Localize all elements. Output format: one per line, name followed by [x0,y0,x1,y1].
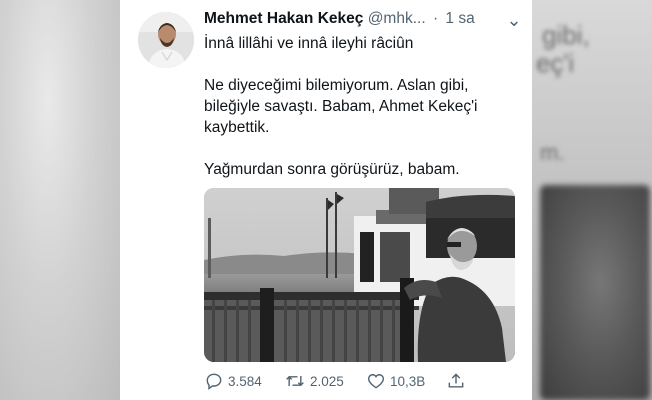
tweet-line: Ne diyeceğimi bilemiyorum. Aslan gibi, [204,77,469,94]
avatar-image [138,12,194,68]
blurred-background-right: gibi, eç'i m. [532,0,652,400]
tweet-line: bileğiyle savaştı. Babam, Ahmet Kekeç'i [204,98,478,115]
tweet-header: Mehmet Hakan Kekeç @mhk... · 1 sa [204,10,524,30]
like-button[interactable]: 10,3B [366,370,425,392]
like-count: 10,3B [390,373,426,389]
tweet-line: Yağmurdan sonra görüşürüz, babam. [204,161,460,178]
tweet-text: İnnâ lillâhi ve innâ ileyhi râciûn Ne di… [204,33,524,180]
tweet-line: kaybettik. [204,119,270,136]
tweet-line: İnnâ lillâhi ve innâ ileyhi râciûn [204,35,414,52]
display-name[interactable]: Mehmet Hakan Kekeç [204,10,363,27]
tweet-timestamp[interactable]: 1 sa [445,10,474,27]
photo-image [204,188,515,362]
retweet-icon [286,375,304,387]
separator-dot: · [432,10,439,27]
user-handle[interactable]: @mhk... [368,10,426,27]
reply-button[interactable]: 3.584 [204,370,262,392]
heart-icon [367,374,385,389]
blurred-background-left [0,0,120,400]
retweet-count: 2.025 [310,373,344,389]
share-icon [448,373,464,388]
chevron-down-icon[interactable]: ⌄ [504,11,524,29]
reply-count: 3.584 [228,373,262,389]
retweet-button[interactable]: 2.025 [284,370,344,392]
reply-icon [206,373,222,390]
tweet-card[interactable]: Mehmet Hakan Kekeç @mhk... · 1 sa ⌄ İnnâ… [120,0,532,400]
share-button[interactable] [446,370,466,392]
avatar[interactable] [138,12,194,68]
tweet-actions: 3.584 2.025 10,3B [204,370,524,392]
tweet-photo[interactable] [204,188,515,362]
